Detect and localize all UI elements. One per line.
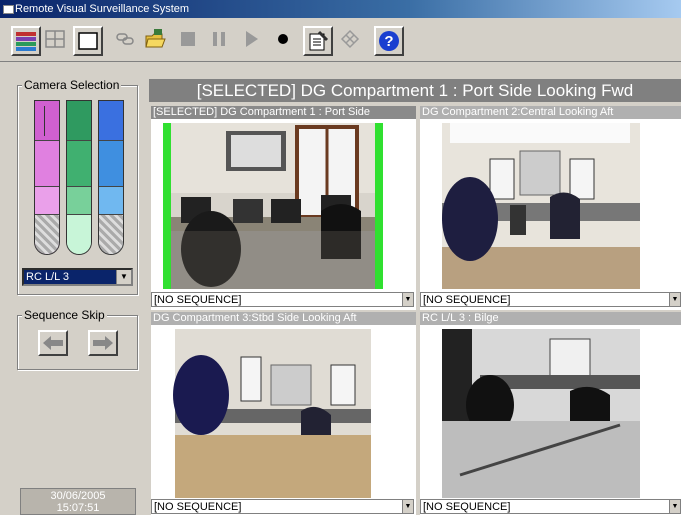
arrow-left-icon <box>43 336 63 350</box>
chevron-down-icon[interactable]: ▼ <box>402 293 413 306</box>
link-icon <box>116 33 134 45</box>
record-button[interactable] <box>270 26 300 56</box>
camera-feed-image <box>442 123 640 289</box>
title-bar: Remote Visual Surveillance System <box>0 0 681 18</box>
sequence-value: [NO SEQUENCE] <box>423 501 511 513</box>
window-title: Remote Visual Surveillance System <box>15 3 190 15</box>
chevron-down-icon[interactable]: ▼ <box>402 500 413 513</box>
sequence-dropdown[interactable]: [NO SEQUENCE] ▼ <box>151 499 414 514</box>
svg-text:?: ? <box>384 33 393 50</box>
arrow-right-icon <box>93 336 113 350</box>
sequence-skip-group <box>17 315 138 370</box>
camera-column-blue[interactable] <box>98 100 124 255</box>
network-button[interactable] <box>337 26 367 56</box>
sequence-dropdown[interactable]: [NO SEQUENCE] ▼ <box>420 292 681 307</box>
sequence-dropdown[interactable]: [NO SEQUENCE] ▼ <box>151 292 414 307</box>
properties-icon <box>309 30 329 51</box>
help-icon: ? <box>379 31 399 51</box>
stop-button[interactable] <box>175 26 205 56</box>
camera-column-magenta[interactable] <box>34 100 60 255</box>
camera-view-title: [SELECTED] DG Compartment 1 : Port Side <box>151 106 416 119</box>
sequence-value: [NO SEQUENCE] <box>154 501 242 513</box>
play-icon <box>246 31 258 47</box>
open-folder-icon <box>145 29 166 48</box>
play-button[interactable] <box>238 26 268 56</box>
record-icon <box>278 34 288 44</box>
help-button[interactable]: ? <box>374 26 404 56</box>
sequence-prev-button[interactable] <box>38 330 68 356</box>
camera-feed-image <box>173 329 371 498</box>
datetime-display: 30/06/2005 15:07:51 <box>20 488 136 515</box>
time-text: 15:07:51 <box>56 502 100 514</box>
grid-layout-button[interactable] <box>42 26 72 56</box>
sequence-skip-label: Sequence Skip <box>22 308 107 322</box>
sequence-next-button[interactable] <box>88 330 118 356</box>
camera-list-icon <box>16 32 36 51</box>
date-text: 30/06/2005 <box>50 490 106 502</box>
camera-view-1[interactable]: [SELECTED] DG Compartment 1 : Port Side … <box>151 106 416 310</box>
pause-button[interactable] <box>206 26 236 56</box>
camera-dropdown-value: RC L/L 3 <box>24 270 116 284</box>
camera-view-title: DG Compartment 2:Central Looking Aft <box>420 106 681 119</box>
link-button[interactable] <box>112 26 142 56</box>
chevron-down-icon[interactable]: ▼ <box>116 270 131 284</box>
pause-icon <box>213 32 225 46</box>
camera-feed-image <box>442 329 640 498</box>
sequence-value: [NO SEQUENCE] <box>423 294 511 306</box>
chevron-down-icon[interactable]: ▼ <box>669 500 680 513</box>
camera-selection-label: Camera Selection <box>22 78 122 92</box>
camera-view-3[interactable]: DG Compartment 3:Stbd Side Looking Aft [… <box>151 312 416 515</box>
camera-column-green[interactable] <box>66 100 92 255</box>
single-view-button[interactable] <box>73 26 103 56</box>
camera-dropdown[interactable]: RC L/L 3 ▼ <box>22 268 133 286</box>
open-folder-button[interactable] <box>142 26 172 56</box>
camera-view-title: RC L/L 3 : Bilge <box>420 312 681 325</box>
properties-button[interactable] <box>303 26 333 56</box>
selected-camera-header: [SELECTED] DG Compartment 1 : Port Side … <box>149 79 681 102</box>
camera-view-title: DG Compartment 3:Stbd Side Looking Aft <box>151 312 416 325</box>
camera-list-button[interactable] <box>11 26 41 56</box>
app-icon <box>3 5 14 14</box>
single-view-icon <box>78 32 98 50</box>
sequence-value: [NO SEQUENCE] <box>154 294 242 306</box>
toolbar: ? <box>0 18 681 62</box>
stop-icon <box>181 32 195 46</box>
camera-feed-image <box>163 123 383 289</box>
network-icon <box>340 29 360 49</box>
camera-view-2[interactable]: DG Compartment 2:Central Looking Aft [NO… <box>420 106 681 310</box>
grid-layout-icon <box>45 30 65 48</box>
chevron-down-icon[interactable]: ▼ <box>669 293 680 306</box>
camera-view-4[interactable]: RC L/L 3 : Bilge [NO SEQUENCE] ▼ <box>420 312 681 515</box>
sequence-dropdown[interactable]: [NO SEQUENCE] ▼ <box>420 499 681 514</box>
